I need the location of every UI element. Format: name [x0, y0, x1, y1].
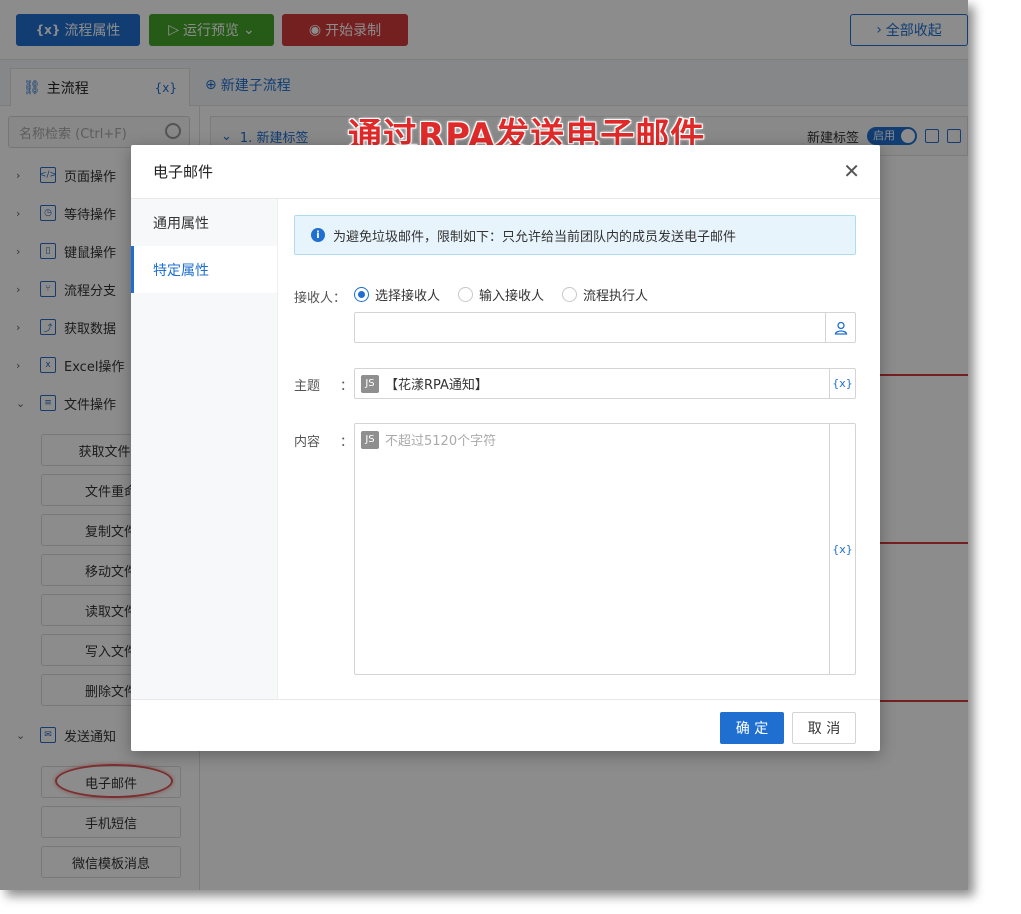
colon: ：	[340, 435, 354, 450]
dialog-header: 电子邮件 ✕	[131, 145, 880, 199]
subject-input[interactable]: JS 【花漾RPA通知】 {x}	[354, 368, 856, 399]
radio-label: 输入接收人	[479, 289, 545, 304]
content-textarea[interactable]: JS 不超过5120个字符 {x}	[354, 423, 856, 675]
js-badge: JS	[361, 374, 379, 393]
tab-general-props[interactable]: 通用属性	[131, 199, 277, 246]
radio-icon	[458, 287, 474, 302]
content-placeholder-row: JS 不超过5120个字符	[361, 430, 496, 449]
notice-text: 为避免垃圾邮件，限制如下：只允许给当前团队内的成员发送电子邮件	[333, 229, 737, 245]
app-window: {x} 流程属性 ▷ 运行预览 ⌄ ◉ 开始录制 › 全部收起 ⛓ 主流程 {x…	[0, 0, 968, 890]
subject-label: 主题	[294, 379, 321, 394]
radio-label: 选择接收人	[375, 289, 441, 304]
radio-icon	[562, 287, 578, 302]
cancel-button[interactable]: 取 消	[792, 712, 856, 744]
receiver-input[interactable]	[354, 312, 856, 343]
receiver-radio-group: 选择接收人 输入接收人 流程执行人	[354, 285, 648, 304]
close-icon[interactable]: ✕	[843, 161, 860, 181]
dialog-footer: 确 定 取 消	[131, 699, 880, 751]
info-icon: i	[311, 228, 325, 242]
info-notice: i 为避免垃圾邮件，限制如下：只允许给当前团队内的成员发送电子邮件	[294, 215, 856, 255]
confirm-button[interactable]: 确 定	[720, 712, 784, 744]
dialog-body: i 为避免垃圾邮件，限制如下：只允许给当前团队内的成员发送电子邮件 接收人： 选…	[280, 199, 880, 699]
radio-selected-icon	[354, 287, 369, 302]
content-label: 内容	[294, 435, 321, 450]
content-placeholder: 不超过5120个字符	[385, 434, 497, 449]
email-dialog: 电子邮件 ✕ 通用属性 特定属性 i 为避免垃圾邮件，限制如下：只允许给当前团队…	[131, 145, 880, 751]
dialog-title: 电子邮件	[153, 163, 214, 181]
variable-insert-button[interactable]: {x}	[829, 424, 855, 674]
subject-value: 【花漾RPA通知】	[385, 378, 488, 393]
js-badge: JS	[361, 430, 379, 449]
radio-select-receiver[interactable]: 选择接收人	[354, 285, 440, 304]
receiver-label: 接收人：	[294, 291, 347, 306]
dialog-nav: 通用属性 特定属性	[131, 199, 278, 699]
radio-input-receiver[interactable]: 输入接收人	[458, 285, 544, 304]
colon: ：	[340, 379, 354, 394]
tab-specific-props[interactable]: 特定属性	[131, 246, 277, 293]
variable-insert-button[interactable]: {x}	[829, 369, 855, 398]
radio-label: 流程执行人	[583, 289, 649, 304]
user-picker-icon[interactable]	[825, 313, 855, 342]
radio-flow-executor[interactable]: 流程执行人	[562, 285, 648, 304]
